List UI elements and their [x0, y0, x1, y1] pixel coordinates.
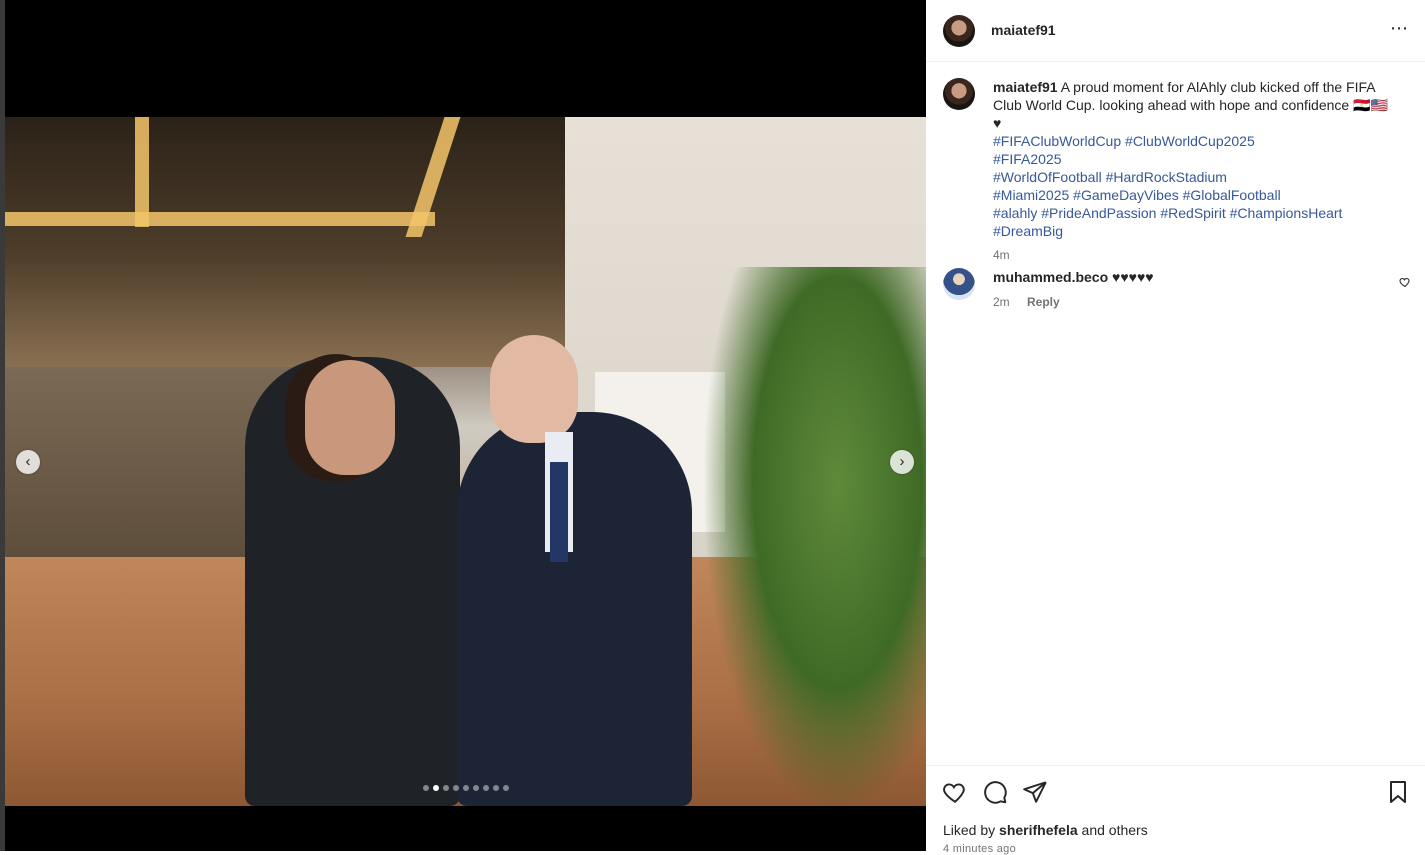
carousel-dot [433, 785, 439, 791]
hashtag-link[interactable]: #alahly [993, 205, 1037, 221]
caption-time: 4m [993, 248, 1010, 262]
comment-time: 2m [993, 295, 1010, 309]
hashtag-link[interactable]: #PrideAndPassion [1041, 205, 1156, 221]
author-username[interactable]: maiatef91 [991, 22, 1056, 38]
like-heart-icon[interactable] [942, 779, 970, 807]
liked-username[interactable]: sherifhefela [999, 822, 1078, 838]
liked-prefix: Liked by [943, 822, 996, 838]
action-bar [942, 779, 1409, 807]
carousel-next-button[interactable]: › [890, 450, 914, 474]
post-timestamp: 4 minutes ago [943, 843, 1016, 855]
post-caption: maiatef91 A proud moment for AlAhly club… [993, 78, 1393, 264]
hashtag-link[interactable]: #ClubWorldCup2025 [1125, 133, 1255, 149]
author-avatar[interactable] [943, 15, 975, 47]
hashtag-line: #WorldOfFootball #HardRockStadium [993, 168, 1393, 186]
comment-username[interactable]: muhammed.beco [993, 269, 1108, 285]
hashtag-link[interactable]: #DreamBig [993, 223, 1063, 239]
liked-suffix[interactable]: and others [1082, 822, 1148, 838]
save-bookmark-icon[interactable] [1386, 779, 1414, 807]
hashtag-link[interactable]: #FIFA2025 [993, 151, 1062, 167]
carousel-dot [463, 785, 469, 791]
comment-item: muhammed.beco ♥♥♥♥♥ 2m Reply [993, 269, 1393, 309]
hashtag-link[interactable]: #ChampionsHeart [1230, 205, 1343, 221]
post-side-panel: maiatef91 ⋯ maiatef91 A proud moment for… [926, 0, 1425, 855]
share-send-icon[interactable] [1022, 779, 1050, 807]
hashtag-line: #FIFA2025 [993, 150, 1393, 168]
hashtag-link[interactable]: #HardRockStadium [1106, 169, 1227, 185]
comment-text: ♥♥♥♥♥ [1112, 269, 1154, 285]
hashtag-link[interactable]: #WorldOfFootball [993, 169, 1102, 185]
hashtag-link[interactable]: #GameDayVibes [1073, 187, 1179, 203]
hashtag-list: #FIFAClubWorldCup #ClubWorldCup2025 #FIFA… [993, 132, 1393, 240]
carousel-indicator [423, 785, 509, 791]
post-photo [5, 117, 926, 806]
carousel-dot [503, 785, 509, 791]
carousel-prev-button[interactable]: ‹ [16, 450, 40, 474]
hashtag-line: #FIFAClubWorldCup #ClubWorldCup2025 [993, 132, 1393, 150]
commenter-avatar[interactable] [943, 268, 975, 300]
hashtag-link[interactable]: #FIFAClubWorldCup [993, 133, 1121, 149]
carousel-dot [473, 785, 479, 791]
more-options-icon[interactable]: ⋯ [1390, 18, 1409, 39]
hashtag-line: #DreamBig [993, 222, 1393, 240]
hashtag-line: #Miami2025 #GameDayVibes #GlobalFootball [993, 186, 1393, 204]
comment-like-icon[interactable] [1399, 276, 1411, 291]
carousel-dot [423, 785, 429, 791]
post-media: ‹ › [5, 0, 926, 851]
post-footer: Liked by sherifhefela and others 4 minut… [926, 765, 1425, 855]
caption-avatar[interactable] [943, 78, 975, 110]
carousel-dot [483, 785, 489, 791]
comment-reply-button[interactable]: Reply [1027, 295, 1060, 309]
hashtag-link[interactable]: #RedSpirit [1160, 205, 1225, 221]
hashtag-link[interactable]: #Miami2025 [993, 187, 1069, 203]
carousel-dot [493, 785, 499, 791]
hashtag-link[interactable]: #GlobalFootball [1183, 187, 1281, 203]
caption-username[interactable]: maiatef91 [993, 79, 1058, 95]
carousel-dot [453, 785, 459, 791]
likes-summary: Liked by sherifhefela and others [943, 822, 1148, 838]
carousel-dot [443, 785, 449, 791]
comment-bubble-icon[interactable] [982, 779, 1010, 807]
hashtag-line: #alahly #PrideAndPassion #RedSpirit #Cha… [993, 204, 1393, 222]
post-header: maiatef91 ⋯ [926, 0, 1425, 62]
